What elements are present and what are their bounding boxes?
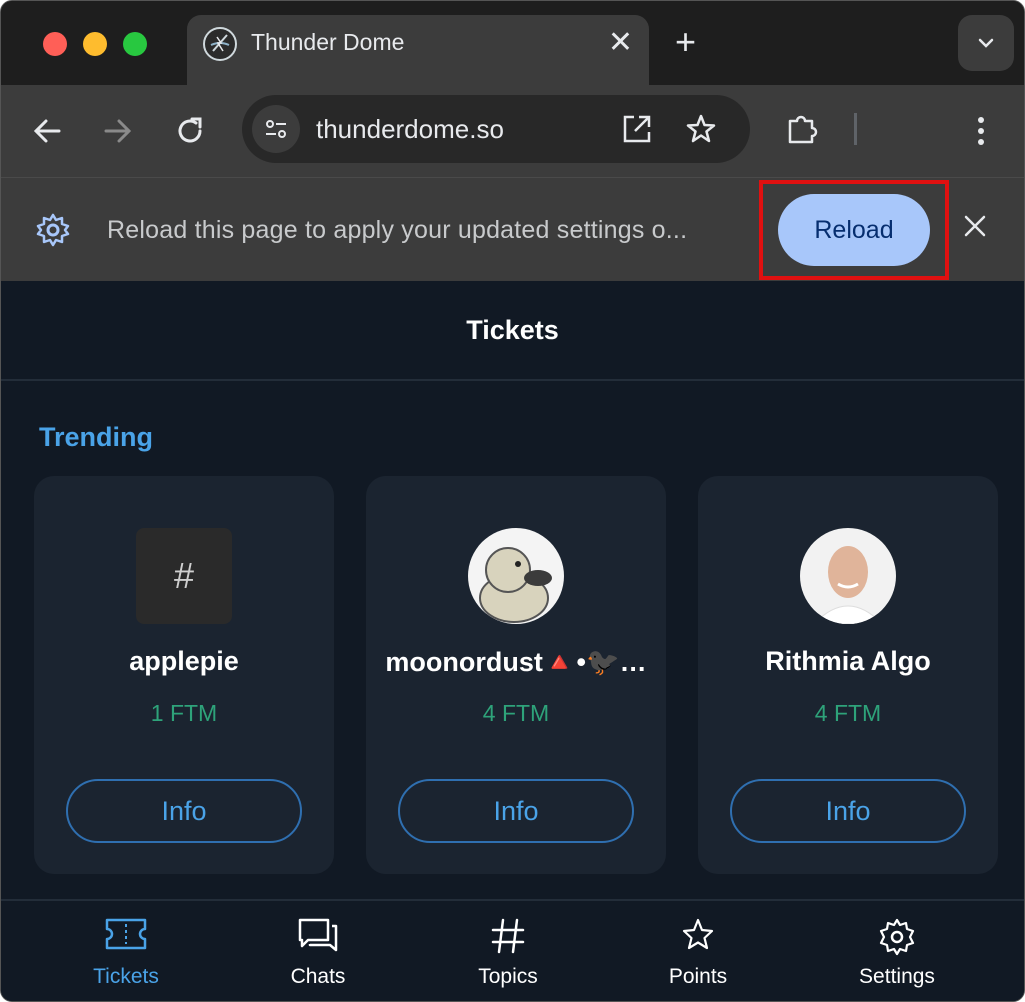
card-price: 4 FTM: [814, 700, 882, 726]
site-info-button[interactable]: [252, 105, 300, 153]
tab-search-button[interactable]: [958, 15, 1014, 71]
tab-title: Thunder Dome: [251, 29, 405, 55]
close-window-button[interactable]: [43, 32, 67, 56]
back-arrow-icon[interactable]: [29, 113, 65, 149]
more-menu-icon[interactable]: [963, 113, 999, 149]
nav-settings[interactable]: Settings: [827, 913, 967, 999]
info-button[interactable]: Info: [66, 779, 302, 843]
page-header: Tickets: [1, 281, 1024, 381]
nav-label: Settings: [859, 965, 935, 988]
active-tab[interactable]: Thunder Dome ✕: [187, 15, 649, 85]
minimize-window-button[interactable]: [83, 32, 107, 56]
bookmark-star-icon[interactable]: [684, 112, 718, 146]
tab-strip: Thunder Dome ✕ +: [1, 1, 1024, 85]
hash-symbol: #: [173, 555, 195, 596]
page-title: Tickets: [466, 315, 559, 345]
reload-icon[interactable]: [172, 113, 208, 149]
extensions-puzzle-icon[interactable]: [785, 111, 821, 147]
forward-arrow-icon[interactable]: [100, 113, 136, 149]
chat-icon: [298, 918, 338, 952]
nav-points[interactable]: Points: [628, 913, 768, 999]
infobar-message: Reload this page to apply your updated s…: [107, 216, 688, 244]
info-button[interactable]: Info: [398, 779, 634, 843]
nav-chats[interactable]: Chats: [248, 913, 388, 999]
card-name: Rithmia Algo: [765, 646, 931, 676]
section-title-trending: Trending: [39, 422, 153, 452]
browser-toolbar: thunderdome.so: [1, 85, 1024, 177]
card-name: applepie: [129, 646, 239, 676]
gear-icon: [879, 918, 915, 956]
nav-tickets[interactable]: Tickets: [56, 913, 196, 999]
tune-icon: [266, 120, 286, 138]
reload-infobar: Reload this page to apply your updated s…: [1, 177, 1024, 281]
maximize-window-button[interactable]: [123, 32, 147, 56]
ticket-card[interactable]: # applepie 1 FTM Info: [34, 476, 334, 874]
hash-icon: [491, 918, 525, 954]
ticket-card[interactable]: Rithmia Algo 4 FTM Info: [698, 476, 998, 874]
person-avatar: [800, 528, 896, 624]
nav-label: Chats: [290, 965, 346, 988]
tab-close-icon[interactable]: ✕: [608, 25, 633, 60]
card-price: 1 FTM: [150, 700, 218, 726]
toolbar-divider: [854, 113, 857, 145]
new-tab-button[interactable]: +: [675, 21, 696, 63]
close-infobar-icon[interactable]: [959, 210, 991, 242]
address-bar[interactable]: thunderdome.so: [242, 95, 750, 163]
settings-gear-icon: [36, 213, 70, 247]
card-price: 4 FTM: [482, 700, 550, 726]
ticket-icon: [105, 918, 147, 950]
nav-label: Tickets: [93, 965, 159, 988]
ticket-card[interactable]: moonordust🔺•🐦‍⬛… 4 FTM Info: [366, 476, 666, 874]
nav-label: Points: [668, 965, 728, 988]
reload-button[interactable]: Reload: [778, 194, 930, 266]
duck-avatar: [468, 528, 564, 624]
bottom-nav: Tickets Chats Topics Points Settings: [1, 899, 1024, 1001]
page-content: Tickets Trending # applepie 1 FTM Info m…: [1, 281, 1024, 1001]
star-icon: [682, 918, 714, 950]
open-in-new-icon[interactable]: [620, 112, 654, 146]
hash-icon: #: [136, 528, 232, 624]
browser-window: Thunder Dome ✕ + thunderdome.so Reload t…: [0, 0, 1025, 1002]
thunderdome-logo-icon: [203, 27, 237, 61]
nav-label: Topics: [478, 965, 538, 988]
card-name: moonordust🔺•🐦‍⬛…: [385, 647, 647, 677]
url-text[interactable]: thunderdome.so: [316, 114, 504, 145]
nav-topics[interactable]: Topics: [438, 913, 578, 999]
chevron-down-icon: [978, 38, 994, 48]
info-button[interactable]: Info: [730, 779, 966, 843]
